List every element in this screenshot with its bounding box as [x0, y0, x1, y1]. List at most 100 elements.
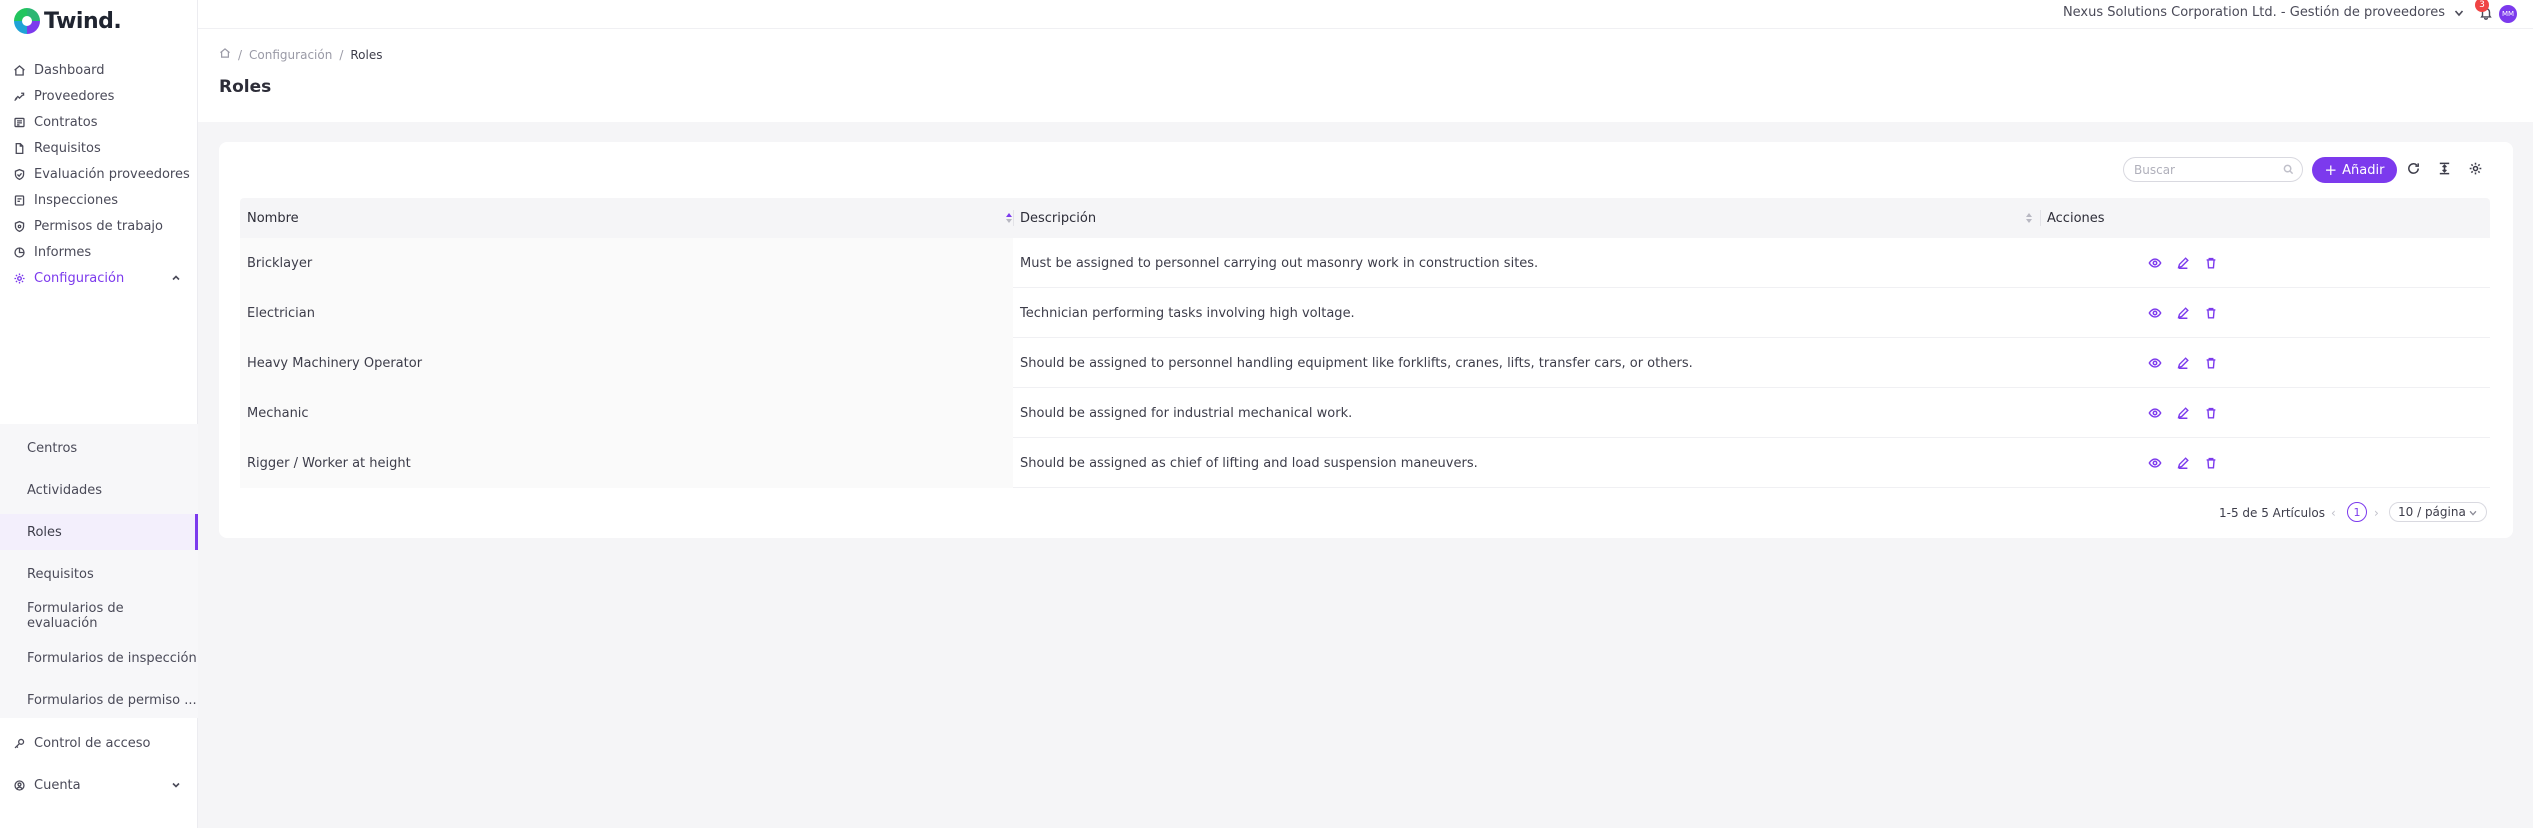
- page-size-select[interactable]: 10 / página: [2389, 502, 2487, 522]
- view-eye-icon[interactable]: [2148, 306, 2162, 320]
- sidebar-item-label: Evaluación proveedores: [34, 166, 190, 182]
- submenu-item-centros[interactable]: Centros: [0, 430, 198, 466]
- contract-icon: [12, 115, 26, 129]
- column-header-nombre[interactable]: Nombre: [247, 198, 299, 238]
- page-size-value: 10 / página: [2398, 505, 2466, 519]
- sidebar-item-label: Informes: [34, 244, 92, 260]
- document-icon: [12, 141, 26, 155]
- chevron-down-icon: [2454, 9, 2464, 16]
- gear-icon: [12, 271, 26, 285]
- role-name: Rigger / Worker at height: [247, 455, 411, 471]
- edit-pencil-icon[interactable]: [2176, 306, 2190, 320]
- home-icon[interactable]: [219, 47, 231, 62]
- view-eye-icon[interactable]: [2148, 456, 2162, 470]
- column-header-descripcion[interactable]: Descripción: [1020, 198, 1096, 238]
- submenu-item-actividades[interactable]: Actividades: [0, 472, 198, 508]
- sort-descripcion-icon[interactable]: [2025, 210, 2033, 226]
- row-actions: [2148, 438, 2232, 488]
- search-input[interactable]: Buscar: [2123, 157, 2303, 182]
- sidebar-item-contratos[interactable]: Contratos: [0, 108, 198, 136]
- delete-trash-icon[interactable]: [2204, 356, 2218, 370]
- name-cell-bg: [240, 238, 1013, 288]
- pagination-page-1[interactable]: 1: [2347, 502, 2367, 522]
- pie-chart-icon: [12, 245, 26, 259]
- organization-name: Nexus Solutions Corporation Ltd. - Gesti…: [2062, 5, 2445, 20]
- sidebar-item-label: Requisitos: [34, 140, 101, 156]
- submenu-item-label: Actividades: [27, 482, 103, 498]
- edit-pencil-icon[interactable]: [2176, 356, 2190, 370]
- role-name: Bricklayer: [247, 255, 313, 271]
- settings-gear-icon[interactable]: [2468, 161, 2484, 177]
- sidebar-item-label: Proveedores: [34, 88, 115, 104]
- role-description: Should be assigned as chief of lifting a…: [1020, 455, 1478, 471]
- sidebar: Twind. Dashboard Proveedores Contratos R…: [0, 0, 198, 828]
- delete-trash-icon[interactable]: [2204, 456, 2218, 470]
- edit-pencil-icon[interactable]: [2176, 456, 2190, 470]
- sidebar-item-inspecciones[interactable]: Inspecciones: [0, 186, 198, 214]
- refresh-icon[interactable]: [2406, 161, 2422, 177]
- submenu-item-label: Centros: [27, 440, 78, 456]
- roles-card: Buscar + Añadir Nombre Descripción Accio…: [219, 142, 2513, 538]
- sidebar-item-evaluacion-proveedores[interactable]: Evaluación proveedores: [0, 160, 198, 188]
- sidebar-item-label: Control de acceso: [34, 735, 151, 751]
- submenu-item-formularios-inspeccion[interactable]: Formularios de inspección: [0, 640, 198, 676]
- breadcrumb-link-configuracion[interactable]: Configuración: [249, 48, 332, 62]
- add-button-label: Añadir: [2342, 162, 2385, 178]
- table-header: Nombre Descripción Acciones: [240, 198, 2490, 238]
- delete-trash-icon[interactable]: [2204, 406, 2218, 420]
- permit-shield-icon: [12, 219, 26, 233]
- delete-trash-icon[interactable]: [2204, 256, 2218, 270]
- add-button[interactable]: + Añadir: [2312, 157, 2397, 183]
- submenu-item-formularios-evaluacion[interactable]: Formularios de evaluación: [0, 598, 198, 634]
- breadcrumb-current: Roles: [350, 47, 383, 62]
- column-divider: [1013, 210, 1014, 226]
- sidebar-item-label: Contratos: [34, 114, 98, 130]
- role-description: Should be assigned to personnel handling…: [1020, 355, 1693, 371]
- plus-icon: +: [2324, 160, 2338, 179]
- submenu-item-label: Formularios de evaluación: [27, 601, 124, 631]
- sidebar-item-label: Inspecciones: [34, 192, 118, 208]
- column-header-acciones: Acciones: [2047, 210, 2105, 226]
- sidebar-item-cuenta[interactable]: Cuenta: [0, 771, 198, 799]
- row-actions: [2148, 238, 2232, 288]
- role-description: Must be assigned to personnel carrying o…: [1020, 255, 1539, 271]
- inspection-icon: [12, 193, 26, 207]
- organization-selector[interactable]: Nexus Solutions Corporation Ltd. - Gesti…: [2063, 5, 2465, 20]
- user-circle-icon: [12, 778, 26, 792]
- page-title: Roles: [219, 77, 272, 97]
- submenu-item-label: Formularios de permiso ...: [27, 692, 197, 708]
- sidebar-item-permisos-de-trabajo[interactable]: Permisos de trabajo: [0, 212, 198, 240]
- sidebar-item-informes[interactable]: Informes: [0, 238, 198, 266]
- pagination-prev-icon[interactable]: ‹: [2331, 506, 2336, 520]
- sidebar-item-dashboard[interactable]: Dashboard: [0, 56, 198, 84]
- page-header: / Configuración / Roles Roles: [198, 28, 2533, 122]
- row-actions: [2148, 388, 2232, 438]
- edit-pencil-icon[interactable]: [2176, 256, 2190, 270]
- view-eye-icon[interactable]: [2148, 256, 2162, 270]
- breadcrumb-separator: /: [339, 47, 344, 62]
- delete-trash-icon[interactable]: [2204, 306, 2218, 320]
- view-eye-icon[interactable]: [2148, 406, 2162, 420]
- breadcrumb-separator: /: [238, 47, 243, 62]
- brand-logo[interactable]: Twind.: [14, 6, 122, 36]
- view-eye-icon[interactable]: [2148, 356, 2162, 370]
- submenu-item-formularios-permiso[interactable]: Formularios de permiso ...: [0, 682, 198, 718]
- sort-nombre-icon[interactable]: [1005, 210, 1013, 226]
- sidebar-item-control-de-acceso[interactable]: Control de acceso: [0, 729, 198, 757]
- submenu-item-roles[interactable]: Roles: [0, 514, 198, 550]
- pagination-next-icon[interactable]: ›: [2374, 506, 2379, 520]
- role-name: Electrician: [247, 305, 315, 321]
- edit-pencil-icon[interactable]: [2176, 406, 2190, 420]
- sidebar-item-requisitos[interactable]: Requisitos: [0, 134, 198, 162]
- sidebar-item-configuracion[interactable]: Configuración: [0, 264, 198, 292]
- submenu-item-label: Requisitos: [27, 566, 94, 582]
- home-icon: [12, 63, 26, 77]
- avatar[interactable]: MM: [2499, 5, 2517, 23]
- submenu-item-requisitos[interactable]: Requisitos: [0, 556, 198, 592]
- sidebar-item-label: Configuración: [34, 270, 125, 286]
- column-height-icon[interactable]: [2437, 161, 2453, 177]
- role-description: Should be assigned for industrial mechan…: [1020, 405, 1353, 421]
- name-cell-bg: [240, 388, 1013, 438]
- name-cell-bg: [240, 288, 1013, 338]
- sidebar-item-proveedores[interactable]: Proveedores: [0, 82, 198, 110]
